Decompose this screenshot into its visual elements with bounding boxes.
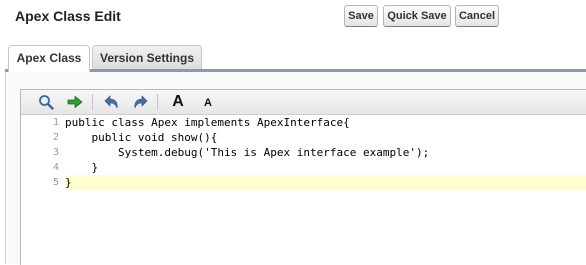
code-line[interactable]: System.debug('This is Apex interface exa… xyxy=(65,145,586,160)
tab-apex-class[interactable]: Apex Class xyxy=(8,45,90,72)
code-line[interactable]: public class Apex implements ApexInterfa… xyxy=(65,115,586,130)
line-number: 5 xyxy=(52,177,59,188)
line-number: 3 xyxy=(52,147,59,158)
line-number: 2 xyxy=(52,132,59,143)
toolbar-divider xyxy=(92,94,93,110)
code-area[interactable]: 1 2 3 4 5 public class Apex implements A… xyxy=(21,115,586,265)
toolbar-divider xyxy=(157,94,158,110)
cancel-button[interactable]: Cancel xyxy=(455,5,499,27)
page-header: Apex Class Edit Save Quick Save Cancel xyxy=(0,0,586,32)
undo-icon[interactable] xyxy=(103,93,121,111)
code-line-active[interactable]: } xyxy=(65,175,586,190)
page-title: Apex Class Edit xyxy=(15,8,121,24)
code-line[interactable]: } xyxy=(65,160,586,175)
line-number-gutter: 1 2 3 4 5 xyxy=(21,115,61,265)
save-button[interactable]: Save xyxy=(344,5,378,27)
go-arrow-icon[interactable] xyxy=(66,93,84,111)
search-icon[interactable] xyxy=(37,93,55,111)
redo-icon[interactable] xyxy=(131,93,149,111)
line-number: 1 xyxy=(52,117,59,128)
code-editor: A A 1 2 3 4 5 public class Apex implemen… xyxy=(20,89,586,265)
quick-save-button[interactable]: Quick Save xyxy=(383,5,451,27)
font-larger-icon[interactable]: A xyxy=(169,93,187,111)
line-number: 4 xyxy=(52,162,59,173)
code-line[interactable]: public void show(){ xyxy=(65,130,586,145)
editor-toolbar: A A xyxy=(21,90,586,115)
font-smaller-icon[interactable]: A xyxy=(199,94,217,112)
tab-version-settings[interactable]: Version Settings xyxy=(92,45,202,70)
